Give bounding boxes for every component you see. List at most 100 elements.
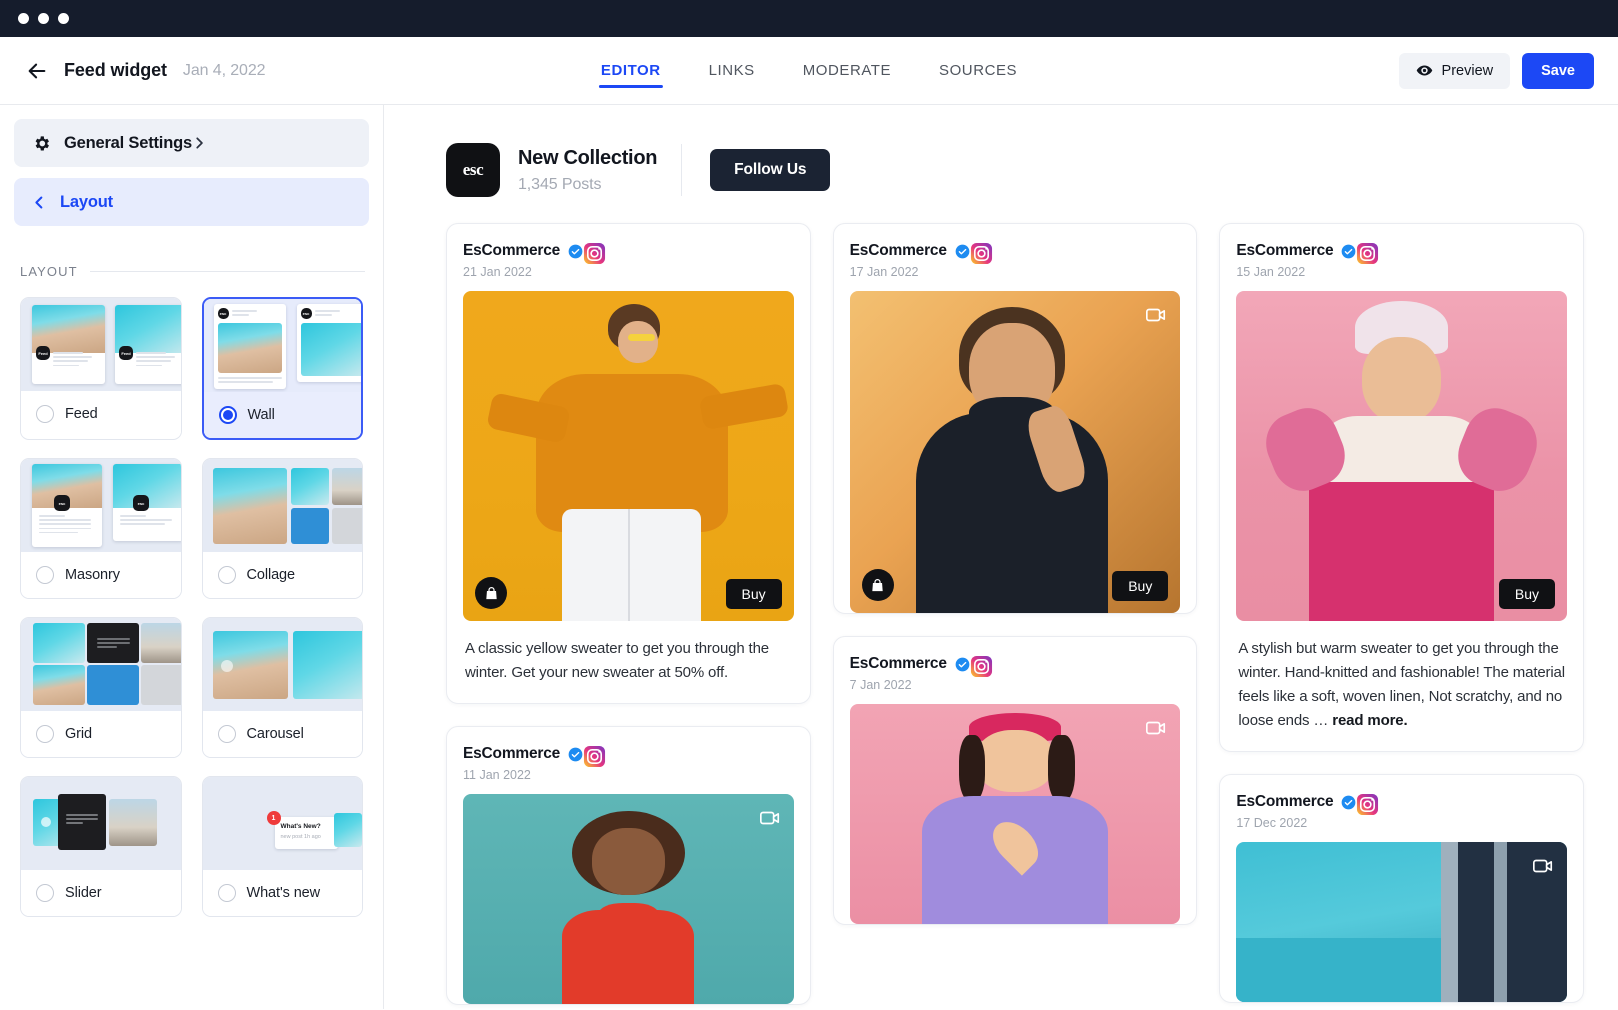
post-author: EsCommerce 17 Jan 2022	[850, 242, 970, 279]
layout-label-carousel: Carousel	[247, 726, 304, 742]
layout-option-masonry[interactable]: esc esc Masonry	[20, 458, 182, 599]
wall-grid: EsCommerce 21 Jan 2022	[446, 223, 1584, 1005]
post-author: EsCommerce 21 Jan 2022	[463, 242, 583, 279]
verified-badge-icon	[1341, 795, 1356, 810]
post-card[interactable]: EsCommerce 17 Jan 2022	[833, 223, 1198, 614]
post-header: EsCommerce 7 Jan 2022	[850, 655, 1181, 692]
post-card[interactable]: EsCommerce 17 Dec 2022	[1219, 774, 1584, 1003]
layout-radio-carousel[interactable]	[218, 725, 236, 743]
layout-radio-collage[interactable]	[218, 566, 236, 584]
divider	[90, 271, 365, 272]
wall-column-2: EsCommerce 17 Jan 2022	[833, 223, 1198, 925]
tab-moderate[interactable]: MODERATE	[801, 37, 893, 104]
layout-radio-feed[interactable]	[36, 405, 54, 423]
layout-radio-grid[interactable]	[36, 725, 54, 743]
layout-option-whats-new[interactable]: 1 What's New? new post 1h ago What's new	[202, 776, 364, 917]
post-image	[850, 291, 1181, 613]
instagram-icon[interactable]	[583, 242, 606, 265]
post-image	[1236, 842, 1567, 1002]
preview-button[interactable]: Preview	[1399, 53, 1511, 89]
post-author-name: EsCommerce	[1236, 793, 1333, 811]
window-dot-1[interactable]	[18, 13, 29, 24]
verified-badge-icon	[955, 244, 970, 259]
instagram-icon[interactable]	[583, 745, 606, 768]
layout-radio-slider[interactable]	[36, 884, 54, 902]
tab-links[interactable]: LINKS	[707, 37, 757, 104]
window-dot-3[interactable]	[58, 13, 69, 24]
layout-foot-carousel: Carousel	[203, 711, 363, 757]
back-arrow-icon[interactable]	[26, 60, 48, 82]
post-author: EsCommerce 7 Jan 2022	[850, 655, 970, 692]
tab-editor[interactable]: EDITOR	[599, 37, 663, 104]
layout-option-carousel[interactable]: Carousel	[202, 617, 364, 758]
post-author-name: EsCommerce	[850, 655, 947, 673]
verified-badge-icon	[568, 244, 583, 259]
post-card[interactable]: EsCommerce 21 Jan 2022	[446, 223, 811, 704]
post-author: EsCommerce 15 Jan 2022	[1236, 242, 1356, 279]
instagram-icon[interactable]	[1356, 242, 1379, 265]
instagram-icon[interactable]	[970, 242, 993, 265]
avatar-text: esc	[463, 160, 484, 180]
post-media[interactable]: Buy	[1236, 291, 1567, 621]
buy-button[interactable]: Buy	[726, 579, 782, 609]
read-more-link[interactable]: read more.	[1332, 712, 1407, 729]
window-chrome	[0, 0, 1618, 37]
tab-sources[interactable]: SOURCES	[937, 37, 1019, 104]
layout-thumb-masonry: esc esc	[21, 459, 181, 552]
layout-option-wall[interactable]: esc esc Wall	[202, 297, 364, 440]
whats-new-thumb-subtitle: new post 1h ago	[281, 834, 321, 840]
post-header: EsCommerce 11 Jan 2022	[463, 745, 794, 782]
buy-button[interactable]: Buy	[1112, 571, 1168, 601]
shopping-bag-icon[interactable]	[475, 577, 507, 609]
sidebar-item-layout[interactable]: Layout	[14, 178, 369, 226]
layout-label-whats-new: What's new	[247, 885, 321, 901]
window-dot-2[interactable]	[38, 13, 49, 24]
video-icon	[1531, 854, 1555, 878]
post-image	[463, 291, 794, 621]
layout-option-feed[interactable]: Feed Feed Feed	[20, 297, 182, 440]
layout-option-grid[interactable]: Grid	[20, 617, 182, 758]
layout-option-slider[interactable]: Slider	[20, 776, 182, 917]
follow-us-button[interactable]: Follow Us	[710, 149, 830, 191]
layout-option-collage[interactable]: Collage	[202, 458, 364, 599]
save-button[interactable]: Save	[1522, 53, 1594, 89]
layout-label-grid: Grid	[65, 726, 92, 742]
layout-thumb-carousel	[203, 618, 363, 711]
instagram-icon[interactable]	[1356, 793, 1379, 816]
post-author: EsCommerce 11 Jan 2022	[463, 745, 583, 782]
layout-radio-whats-new[interactable]	[218, 884, 236, 902]
post-author-name: EsCommerce	[850, 242, 947, 260]
post-media[interactable]: Buy	[850, 291, 1181, 613]
post-header: EsCommerce 17 Jan 2022	[850, 242, 1181, 279]
buy-button[interactable]: Buy	[1499, 579, 1555, 609]
video-icon	[758, 806, 782, 830]
page-title: Feed widget	[64, 60, 167, 81]
layout-section-label: LAYOUT	[20, 264, 78, 279]
post-media[interactable]: Buy	[463, 291, 794, 621]
verified-badge-icon	[955, 657, 970, 672]
layout-foot-feed: Feed	[21, 391, 181, 437]
post-date: 15 Jan 2022	[1236, 265, 1356, 279]
post-header: EsCommerce 21 Jan 2022	[463, 242, 794, 279]
layout-radio-masonry[interactable]	[36, 566, 54, 584]
post-media[interactable]	[463, 794, 794, 1004]
post-media[interactable]	[1236, 842, 1567, 1002]
post-card[interactable]: EsCommerce 15 Jan 2022	[1219, 223, 1584, 752]
layout-label-collage: Collage	[247, 567, 295, 583]
layout-thumb-slider	[21, 777, 181, 870]
layout-thumb-grid	[21, 618, 181, 711]
post-card[interactable]: EsCommerce 11 Jan 2022	[446, 726, 811, 1005]
sidebar-item-general-settings[interactable]: General Settings	[14, 119, 369, 167]
post-media[interactable]	[850, 704, 1181, 924]
layout-radio-wall[interactable]	[219, 406, 237, 424]
video-icon	[1144, 716, 1168, 740]
layout-foot-whats-new: What's new	[203, 870, 363, 916]
feed-post-count: 1,345 Posts	[518, 176, 657, 194]
chevron-right-icon	[192, 136, 206, 150]
post-image	[463, 794, 794, 1004]
layout-label-slider: Slider	[65, 885, 101, 901]
post-caption: A stylish but warm sweater to get you th…	[1236, 621, 1567, 751]
shopping-bag-icon[interactable]	[862, 569, 894, 601]
post-card[interactable]: EsCommerce 7 Jan 2022	[833, 636, 1198, 925]
instagram-icon[interactable]	[970, 655, 993, 678]
